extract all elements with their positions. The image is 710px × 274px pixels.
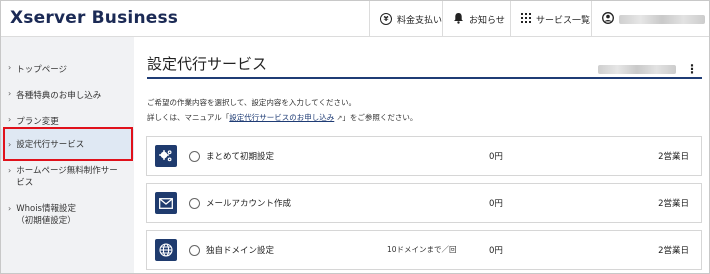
bell-icon — [453, 12, 464, 27]
notices-button[interactable]: お知らせ — [442, 1, 510, 37]
payment-label: 料金支払い — [397, 15, 443, 26]
chevron-right-icon: › — [8, 63, 12, 72]
intro-text-line2: 詳しくは、マニュアル「設定代行サービスのお申し込み ↗」をご参照ください。 — [147, 112, 417, 123]
chevron-right-icon: › — [8, 166, 12, 175]
service-price: 0円 — [489, 246, 503, 256]
sidebar-item-label: トップページ — [16, 65, 68, 75]
sidebar-item-label: ホームページ無料制作サービス — [16, 166, 118, 188]
app-window: Xserver Business ¥ 料金支払い お知らせ サービス一覧 › ト… — [0, 0, 710, 274]
sidebar-item-whois-text: Whois情報設定 （初期値設定） — [16, 203, 76, 227]
account-name-redacted — [619, 14, 705, 24]
user-icon — [602, 11, 614, 27]
service-name: まとめて初期設定 — [206, 152, 275, 162]
service-option-mail-account[interactable]: メールアカウント作成 0円 2営業日 — [146, 183, 702, 223]
service-name: メールアカウント作成 — [206, 199, 292, 209]
gears-icon — [155, 145, 177, 167]
service-days: 2営業日 — [658, 199, 689, 209]
sidebar-item-benefits[interactable]: › 各種特典のお申し込み — [1, 89, 134, 101]
title-divider — [147, 77, 702, 79]
notices-label: お知らせ — [469, 15, 505, 26]
sidebar-item-homepage-service[interactable]: › ホームページ無料制作サービス — [1, 165, 134, 189]
payment-button[interactable]: ¥ 料金支払い — [369, 1, 442, 37]
globe-icon — [155, 239, 177, 261]
services-label: サービス一覧 — [536, 15, 591, 26]
mail-icon — [155, 192, 177, 214]
yen-icon: ¥ — [380, 13, 392, 25]
service-radio[interactable] — [189, 245, 200, 256]
sidebar-item-label: Whois情報設定 — [16, 204, 76, 214]
intro-text-line1: ご希望の作業内容を選択して、設定内容を入力してください。 — [147, 98, 356, 107]
service-days: 2営業日 — [658, 246, 689, 256]
service-price: 0円 — [489, 152, 503, 162]
server-id-redacted — [598, 64, 676, 74]
sidebar-item-sublabel: （初期値設定） — [16, 216, 76, 226]
more-options-icon[interactable]: ⋮ — [686, 62, 698, 76]
service-price: 0円 — [489, 199, 503, 209]
title-actions: ⋮ — [598, 62, 698, 76]
sidebar-item-plan-change[interactable]: › プラン変更 — [1, 115, 134, 127]
page-title: 設定代行サービス — [147, 55, 268, 73]
intro-suffix: 」をご参照ください。 — [342, 113, 418, 122]
highlight-annotation-box — [3, 127, 133, 161]
chevron-right-icon: › — [8, 89, 12, 98]
service-name: 独自ドメイン設定 — [206, 246, 275, 256]
top-header: Xserver Business ¥ 料金支払い お知らせ サービス一覧 — [1, 1, 709, 37]
sidebar-item-label: 各種特典のお申し込み — [16, 91, 102, 101]
grid-icon — [521, 12, 531, 26]
intro-prefix: 詳しくは、マニュアル「 — [147, 113, 230, 122]
services-list-button[interactable]: サービス一覧 — [510, 1, 591, 37]
sidebar-item-top-page[interactable]: › トップページ — [1, 63, 134, 75]
service-option-domain-setup[interactable]: 独自ドメイン設定 10ドメインまで／回 0円 2営業日 — [146, 230, 702, 270]
account-menu-button[interactable] — [591, 1, 709, 37]
service-radio[interactable] — [189, 198, 200, 209]
service-option-bulk-setup[interactable]: まとめて初期設定 0円 2営業日 — [146, 136, 702, 176]
sidebar-item-whois[interactable]: › Whois情報設定 （初期値設定） — [1, 203, 134, 227]
service-radio[interactable] — [189, 151, 200, 162]
chevron-right-icon: › — [8, 204, 12, 213]
sidebar-item-label: プラン変更 — [16, 117, 59, 127]
chevron-right-icon: › — [8, 115, 12, 124]
brand-logo[interactable]: Xserver Business — [10, 8, 178, 28]
manual-link[interactable]: 設定代行サービスのお申し込み — [229, 113, 334, 122]
service-days: 2営業日 — [658, 152, 689, 162]
service-note: 10ドメインまで／回 — [387, 245, 457, 254]
